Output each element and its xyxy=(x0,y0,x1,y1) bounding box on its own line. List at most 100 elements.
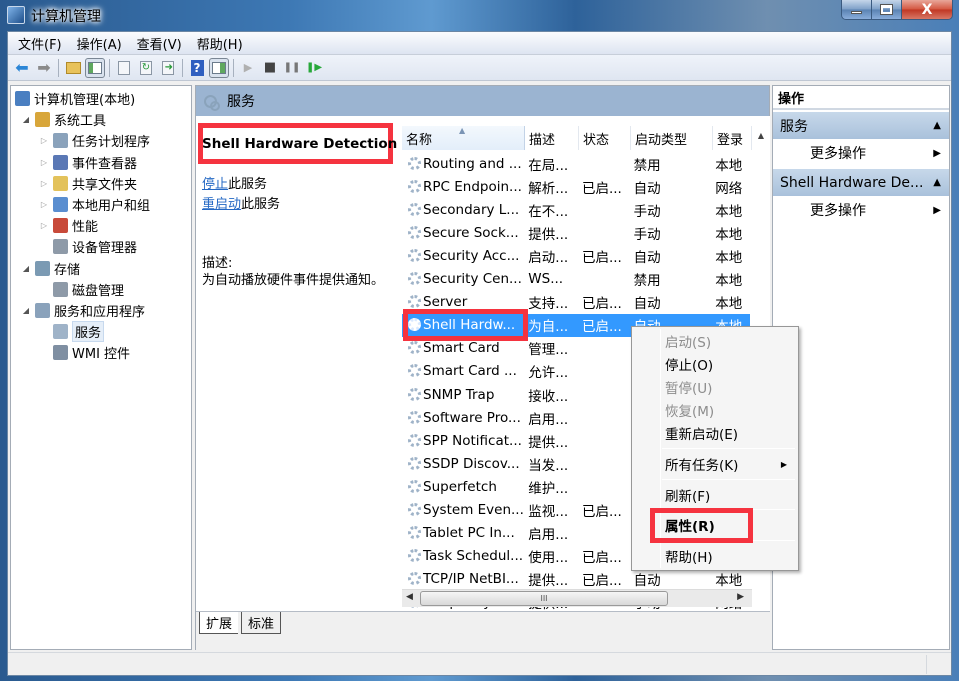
collapse-arrow-icon[interactable]: ◢ xyxy=(21,115,31,124)
up-level-button[interactable] xyxy=(63,58,83,78)
tree-item[interactable]: 设备管理器 xyxy=(39,236,137,257)
forward-button[interactable]: ➡ xyxy=(34,58,54,78)
more-actions-selected-service[interactable]: 更多操作 ▶ xyxy=(773,196,949,224)
tree-item[interactable]: ▷ 事件查看器 xyxy=(39,152,137,173)
service-gear-icon xyxy=(408,479,421,493)
ctx-restart-menu-item[interactable]: 重新启动(E) xyxy=(665,422,795,444)
wmi-control-icon xyxy=(53,345,68,361)
column-header-description[interactable]: 描述 xyxy=(525,126,579,150)
description-label: 描述: xyxy=(202,256,233,271)
menu-help[interactable]: 帮助(H) xyxy=(197,34,243,53)
shared-folders-icon xyxy=(53,175,68,191)
column-header-startup-type[interactable]: 启动类型 xyxy=(631,126,713,150)
scroll-up-icon[interactable]: ▲ xyxy=(758,131,764,140)
stop-service-button[interactable]: ■ xyxy=(260,58,280,78)
horizontal-scroll-thumb[interactable]: III xyxy=(420,591,668,606)
back-button[interactable]: ⬅ xyxy=(12,58,32,78)
device-manager-icon xyxy=(53,239,68,255)
stop-service-link[interactable]: 停止 xyxy=(202,177,228,192)
service-row[interactable]: Server 支持... 已启... 自动 本地 xyxy=(402,291,750,314)
menu-view[interactable]: 查看(V) xyxy=(137,34,182,53)
computer-management-icon xyxy=(15,91,30,106)
service-row[interactable]: Secure Sock... 提供... 手动 本地 xyxy=(402,221,750,244)
title-bar: 计算机管理 X xyxy=(0,0,959,32)
tree-item[interactable]: WMI 控件 xyxy=(39,342,130,363)
service-name-cell: Secondary L... xyxy=(402,202,524,218)
tree-item[interactable]: ◢ 服务和应用程序 xyxy=(21,300,145,321)
ctx-refresh-menu-item[interactable]: 刷新(F) xyxy=(665,484,795,506)
service-name-cell: SSDP Discov... xyxy=(402,456,524,472)
document-icon xyxy=(118,60,130,75)
expand-arrow-icon[interactable]: ▷ xyxy=(39,158,49,167)
tree-item[interactable]: ▷ 性能 xyxy=(39,215,98,236)
restart-icon: ❚▶ xyxy=(305,62,323,73)
service-name-cell: Routing and ... xyxy=(402,156,524,172)
ctx-pause-menu-item[interactable]: 暂停(U) xyxy=(665,376,795,398)
tree-item-label: 性能 xyxy=(72,220,99,236)
refresh-button[interactable]: ↻ xyxy=(136,58,156,78)
tree-item[interactable]: ◢ 存储 xyxy=(21,258,80,279)
expand-arrow-icon[interactable]: ▷ xyxy=(39,221,49,230)
maximize-button[interactable] xyxy=(872,0,902,19)
menu-action[interactable]: 操作(A) xyxy=(77,34,122,53)
column-header-name[interactable]: 名称 ▲ xyxy=(402,126,525,150)
actions-title: 操作 xyxy=(773,86,949,110)
ctx-start-menu-item[interactable]: 启动(S) xyxy=(665,330,795,352)
expand-arrow-icon[interactable]: ▷ xyxy=(39,200,49,209)
export-button[interactable]: ➜ xyxy=(158,58,178,78)
pause-icon: ❚❚ xyxy=(283,62,301,73)
tree-item[interactable]: ◢ 系统工具 xyxy=(21,109,106,130)
collapse-arrow-icon[interactable]: ◢ xyxy=(21,264,31,273)
service-description-cell: 当发... xyxy=(528,457,569,474)
window-title: 计算机管理 xyxy=(31,9,101,25)
tree-item[interactable]: 服务 xyxy=(39,321,105,343)
service-gear-icon xyxy=(408,503,421,516)
show-hide-console-tree-button[interactable] xyxy=(85,57,105,78)
tree-item[interactable]: 磁盘管理 xyxy=(39,279,124,300)
export-list-button[interactable] xyxy=(114,58,134,78)
horizontal-scrollbar[interactable]: ◀ III ▶ xyxy=(402,589,752,607)
service-row[interactable]: RPC Endpoin... 解析... 已启... 自动 网络 xyxy=(402,175,750,198)
ctx-help-menu-item[interactable]: 帮助(H) xyxy=(665,545,795,567)
service-row[interactable]: Security Cen... WS... 禁用 本地 xyxy=(402,268,750,291)
tree-item[interactable]: ▷ 任务计划程序 xyxy=(39,130,150,151)
menu-file[interactable]: 文件(F) xyxy=(18,34,62,53)
tree-item[interactable]: 计算机管理(本地) xyxy=(15,88,135,109)
start-service-button[interactable]: ▶ xyxy=(238,58,258,78)
collapse-arrow-icon[interactable]: ◢ xyxy=(21,306,31,315)
ctx-stop-menu-item[interactable]: 停止(O) xyxy=(665,353,795,375)
actions-section-services[interactable]: 服务 ▲ xyxy=(773,112,949,139)
pause-service-button[interactable]: ❚❚ xyxy=(282,58,302,78)
tab-standard[interactable]: 标准 xyxy=(241,612,282,634)
service-row[interactable]: Security Acc... 启动... 已启... 自动 本地 xyxy=(402,244,750,267)
close-button[interactable]: X xyxy=(902,0,952,19)
service-startup-type-cell: 自动 xyxy=(633,180,661,197)
more-actions-services[interactable]: 更多操作 ▶ xyxy=(773,139,949,167)
tab-extended[interactable]: 扩展 xyxy=(199,612,239,634)
folder-up-icon xyxy=(65,61,81,74)
service-gear-icon xyxy=(408,572,421,586)
expand-arrow-icon[interactable]: ▷ xyxy=(39,179,49,188)
column-header-logon[interactable]: 登录 xyxy=(713,126,752,150)
service-name-cell: System Even... xyxy=(402,502,524,518)
service-row[interactable]: Routing and ... 在局... 禁用 本地 xyxy=(402,152,750,175)
minimize-button[interactable] xyxy=(842,0,872,19)
service-row[interactable]: TCP/IP NetBI... 提供... 已启... 自动 本地 xyxy=(402,568,750,591)
tree-item[interactable]: ▷ 共享文件夹 xyxy=(39,173,137,194)
service-description-cell: 为自... xyxy=(528,319,569,336)
restart-service-link[interactable]: 重启动 xyxy=(202,197,241,212)
service-row[interactable]: Secondary L... 在不... 手动 本地 xyxy=(402,198,750,221)
show-hide-action-pane-button[interactable] xyxy=(209,57,229,78)
tree-item[interactable]: ▷ 本地用户和组 xyxy=(39,194,150,215)
expand-arrow-icon[interactable]: ▷ xyxy=(39,136,49,145)
help-button[interactable]: ? xyxy=(187,58,207,78)
actions-section-selected-service[interactable]: Shell Hardware De... ▲ xyxy=(773,169,949,196)
scroll-right-icon[interactable]: ▶ xyxy=(737,592,744,602)
ctx-all-tasks-menu-item[interactable]: 所有任务(K) ▶ xyxy=(665,453,795,475)
service-name-highlight: Shell Hardware Detection xyxy=(198,123,397,164)
scroll-left-icon[interactable]: ◀ xyxy=(406,592,413,602)
restart-service-button[interactable]: ❚▶ xyxy=(304,58,324,78)
column-header-status[interactable]: 状态 xyxy=(579,126,631,150)
ctx-resume-menu-item[interactable]: 恢复(M) xyxy=(665,399,795,421)
ctx-properties-menu-item[interactable]: 属性(R) xyxy=(665,514,795,536)
